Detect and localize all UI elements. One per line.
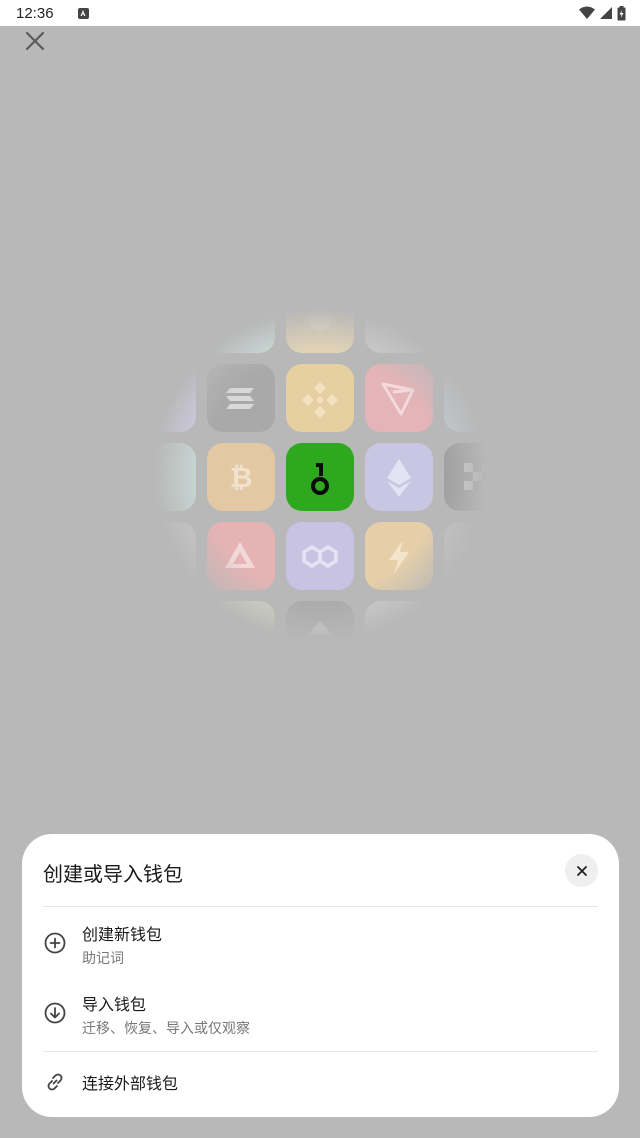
connect-external-wallet-option[interactable]: 连接外部钱包 <box>22 1056 619 1108</box>
download-circle-icon <box>43 1001 67 1025</box>
option-label: 导入钱包 <box>82 995 147 1014</box>
tile-tron <box>365 364 433 432</box>
tile-partial-top-middle <box>286 285 354 353</box>
status-right <box>579 5 626 21</box>
coin-icon <box>308 307 332 331</box>
status-time: 12:36 <box>16 4 54 22</box>
close-button[interactable] <box>22 28 48 54</box>
tile-partial-right-mid <box>444 443 512 511</box>
tile-partial-bottom-left <box>207 601 275 669</box>
tile-onekey <box>286 443 354 511</box>
tile-polygon <box>286 522 354 590</box>
create-import-wallet-sheet: 创建或导入钱包 创建新钱包 助记词 导入钱包 迁移、恢复、导入或仅观察 连接外部… <box>22 834 619 1117</box>
wifi-icon <box>579 6 595 20</box>
create-new-wallet-option[interactable]: 创建新钱包 助记词 <box>22 914 619 976</box>
tile-partial-top-right <box>365 285 433 353</box>
bolt-icon <box>389 540 409 574</box>
tile-partial-bottom-middle <box>286 601 354 669</box>
tetra-icon <box>144 380 180 418</box>
chain-icon-grid: ₿ <box>128 285 512 669</box>
import-wallet-option[interactable]: 导入钱包 迁移、恢复、导入或仅观察 <box>22 984 619 1046</box>
svg-text:₿: ₿ <box>230 461 253 494</box>
sheet-divider <box>43 1051 598 1052</box>
battery-icon <box>617 5 626 21</box>
tile-partial-right-low <box>444 522 512 590</box>
status-bar: 12:36 <box>0 0 640 26</box>
tile-ethereum <box>365 443 433 511</box>
solana-icon <box>226 388 254 409</box>
dots-icon <box>467 387 489 409</box>
option-subtitle: 迁移、恢复、导入或仅观察 <box>82 1021 250 1037</box>
bitcoin-icon: ₿ <box>230 461 253 494</box>
tile-avalanche <box>207 522 275 590</box>
sheet-divider <box>43 906 598 907</box>
tile-bnb <box>286 364 354 432</box>
signal-icon <box>599 6 613 20</box>
checker-icon <box>464 463 491 490</box>
option-label: 创建新钱包 <box>82 925 163 944</box>
tile-solana <box>207 364 275 432</box>
apt-icon <box>152 537 172 569</box>
onekey-logo-icon <box>311 463 329 495</box>
option-label: 连接外部钱包 <box>82 1074 179 1093</box>
link-icon <box>43 1070 67 1094</box>
arrow-up-icon <box>308 621 332 635</box>
bnb-icon <box>302 382 338 418</box>
plus-circle-icon <box>43 931 67 955</box>
mountain-icon <box>381 312 417 333</box>
tile-bitcoin: ₿ <box>207 443 275 511</box>
close-icon <box>576 865 587 876</box>
ethereum-icon <box>387 459 411 497</box>
tile-bolt <box>365 522 433 590</box>
polygon-icon <box>302 545 338 568</box>
sheet-close-button[interactable] <box>565 854 598 887</box>
app-notification-icon <box>77 7 89 19</box>
tile-partial-right <box>444 364 512 432</box>
tile-partial-left <box>128 364 196 432</box>
tile-partial-left-mid <box>128 443 196 511</box>
tile-partial-top-left <box>207 285 275 353</box>
tron-icon <box>381 382 415 416</box>
avalanche-icon <box>225 542 255 568</box>
shield-icon <box>464 540 488 575</box>
sheet-title: 创建或导入钱包 <box>43 862 183 886</box>
status-left: 12:36 <box>16 5 89 22</box>
tile-partial-bottom-right <box>365 601 433 669</box>
option-subtitle: 助记词 <box>82 951 124 967</box>
tile-partial-left-low <box>128 522 196 590</box>
close-icon <box>25 31 45 51</box>
